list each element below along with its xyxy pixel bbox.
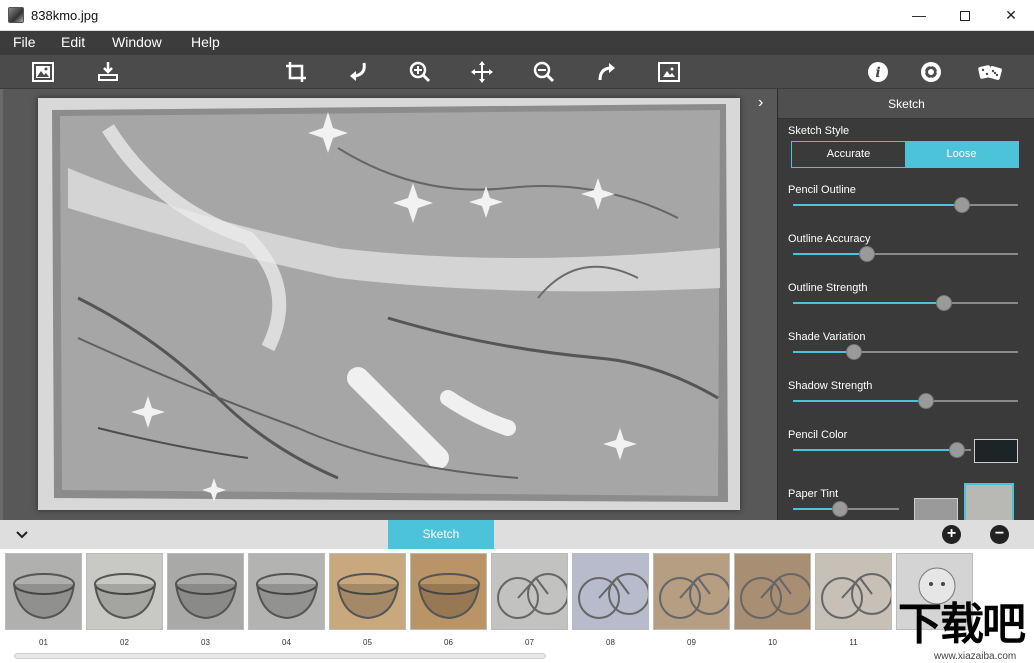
sketch-style-label: Sketch Style <box>788 125 850 137</box>
canvas-edge <box>0 89 3 520</box>
move-icon[interactable] <box>468 58 496 86</box>
collapse-chevron-icon[interactable] <box>14 526 30 542</box>
presets-bar: Sketch + − <box>0 520 1034 549</box>
zoom-out-icon[interactable] <box>530 58 558 86</box>
filmstrip-scrollbar[interactable] <box>14 653 546 659</box>
menu-help[interactable]: Help <box>191 34 220 50</box>
preset-thumbnail[interactable] <box>329 553 406 630</box>
toolbar: i <box>0 55 1034 89</box>
sketch-preview-image[interactable] <box>38 98 740 510</box>
shade-variation-label: Shade Variation <box>788 331 866 343</box>
info-icon[interactable]: i <box>864 58 892 86</box>
style-accurate-button[interactable]: Accurate <box>792 142 905 167</box>
preset-thumbnail[interactable] <box>86 553 163 630</box>
paper-tint-label: Paper Tint <box>788 488 839 500</box>
app-icon <box>8 7 24 23</box>
preset-thumbnail[interactable] <box>410 553 487 630</box>
canvas-area[interactable]: › <box>0 89 777 520</box>
panel-toggle-chevron-icon[interactable]: › <box>758 95 772 111</box>
pencil-color-label: Pencil Color <box>788 429 848 441</box>
paper-tint-swatch[interactable] <box>914 498 958 520</box>
preset-thumbnail[interactable] <box>248 553 325 630</box>
paper-texture-thumbnail[interactable] <box>964 483 1014 520</box>
title-bar: 838kmo.jpg — ✕ <box>0 0 1034 31</box>
preset-label: 04 <box>282 638 291 647</box>
preset-thumbnail[interactable] <box>653 553 730 630</box>
preset-thumbnail[interactable] <box>734 553 811 630</box>
preset-label: 07 <box>525 638 534 647</box>
redo-icon[interactable] <box>593 58 621 86</box>
preset-thumbnail[interactable] <box>491 553 568 630</box>
crop-icon[interactable] <box>282 58 310 86</box>
remove-preset-button[interactable]: − <box>990 525 1009 544</box>
preset-thumbnail[interactable] <box>572 553 649 630</box>
panel-title: Sketch <box>778 89 1034 119</box>
watermark-url: www.xiazaiba.com <box>934 651 1017 662</box>
outline-accuracy-label: Outline Accuracy <box>788 233 871 245</box>
preset-label: 10 <box>768 638 777 647</box>
settings-panel: Sketch Sketch Style Accurate Loose Penci… <box>777 89 1034 520</box>
preset-label: 06 <box>444 638 453 647</box>
maximize-button[interactable] <box>942 0 988 31</box>
fit-image-icon[interactable] <box>655 58 683 86</box>
outline-strength-slider[interactable] <box>793 295 1018 311</box>
random-dice-icon[interactable] <box>976 58 1004 86</box>
settings-icon[interactable] <box>917 58 945 86</box>
outline-accuracy-slider[interactable] <box>793 246 1018 262</box>
preset-label: 03 <box>201 638 210 647</box>
shade-variation-slider[interactable] <box>793 344 1018 360</box>
shadow-strength-slider[interactable] <box>793 393 1018 409</box>
sketch-style-toggle: Accurate Loose <box>791 141 1019 168</box>
zoom-in-icon[interactable] <box>406 58 434 86</box>
style-loose-button[interactable]: Loose <box>905 142 1018 167</box>
outline-strength-label: Outline Strength <box>788 282 868 294</box>
preset-label: 05 <box>363 638 372 647</box>
pencil-color-swatch[interactable] <box>974 439 1018 463</box>
preset-label: 02 <box>120 638 129 647</box>
preset-thumbnail[interactable] <box>5 553 82 630</box>
add-preset-button[interactable]: + <box>942 525 961 544</box>
menu-edit[interactable]: Edit <box>61 34 85 50</box>
preset-label: 08 <box>606 638 615 647</box>
pencil-color-slider[interactable] <box>793 442 971 458</box>
window-title: 838kmo.jpg <box>31 8 99 23</box>
preset-label: 01 <box>39 638 48 647</box>
tab-sketch[interactable]: Sketch <box>388 520 494 549</box>
preset-label: 11 <box>849 638 858 647</box>
close-button[interactable]: ✕ <box>988 0 1034 31</box>
paper-tint-slider[interactable] <box>793 501 899 517</box>
preset-thumbnail[interactable] <box>815 553 892 630</box>
preset-label: 09 <box>687 638 696 647</box>
menu-bar: File Edit Window Help <box>0 31 1034 55</box>
watermark-logo: 下载吧 www.xiazaiba.com <box>898 599 1026 663</box>
menu-window[interactable]: Window <box>112 34 162 50</box>
menu-file[interactable]: File <box>13 34 36 50</box>
shadow-strength-label: Shadow Strength <box>788 380 873 392</box>
preset-filmstrip[interactable]: 01 02 03 04 05 06 07 08 09 10 11 <box>0 549 1034 663</box>
minimize-button[interactable]: — <box>896 0 942 31</box>
preset-thumbnail[interactable] <box>167 553 244 630</box>
open-image-icon[interactable] <box>29 58 57 86</box>
pencil-outline-label: Pencil Outline <box>788 184 856 196</box>
undo-icon[interactable] <box>344 58 372 86</box>
save-image-icon[interactable] <box>94 58 122 86</box>
svg-text:i: i <box>875 65 880 81</box>
pencil-outline-slider[interactable] <box>793 197 1018 213</box>
